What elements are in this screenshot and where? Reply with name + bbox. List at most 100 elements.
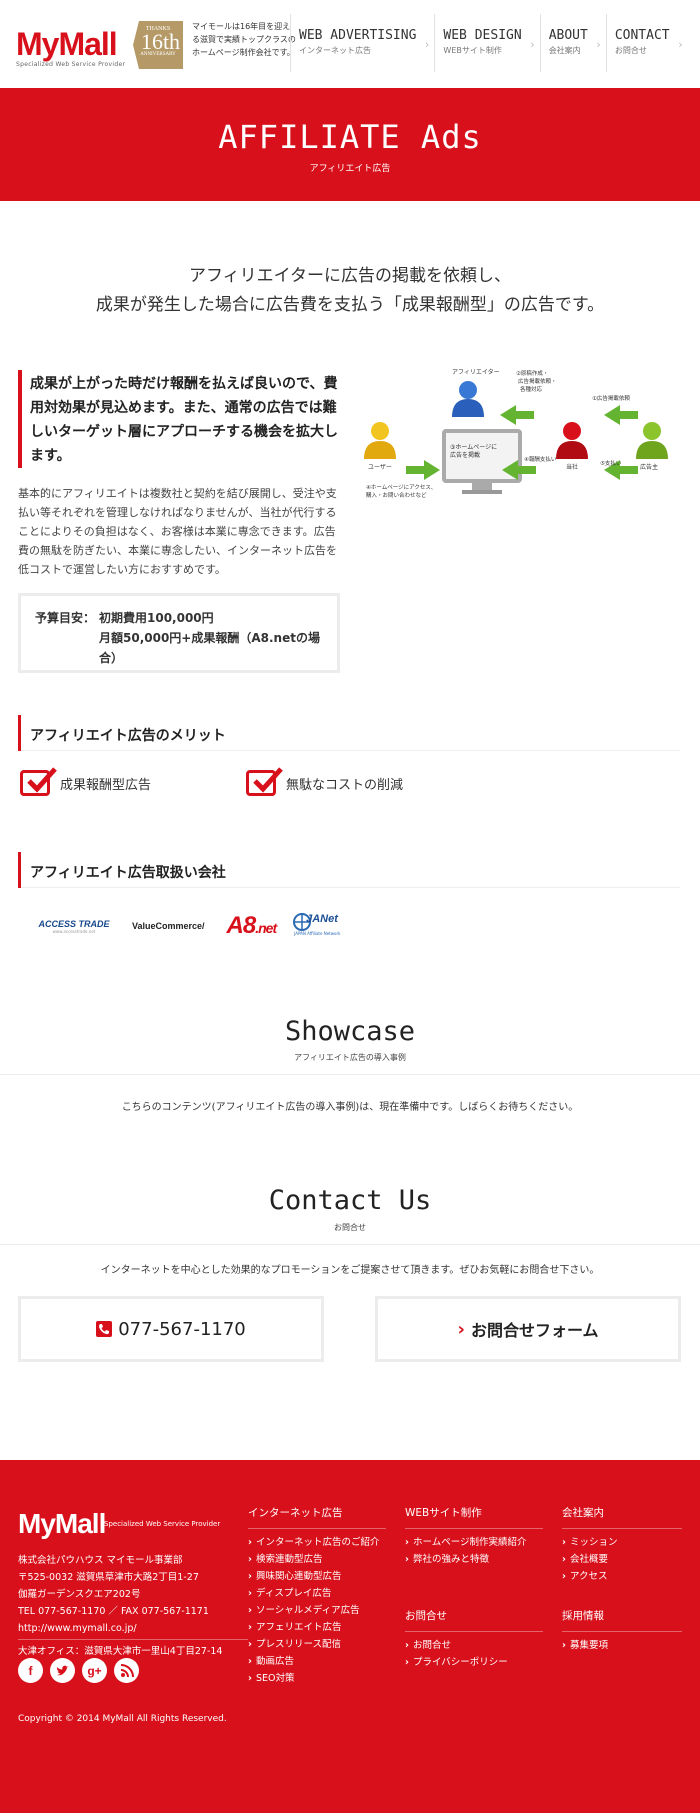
site-logo[interactable]: MyMall Specialized Web Service Provider <box>16 28 125 68</box>
footer-link[interactable]: 会社概要 <box>562 1551 682 1568</box>
nav-label-en: ABOUT <box>548 28 588 43</box>
contact-form-label: お問合せフォーム <box>470 1321 599 1340</box>
anniversary-badge: THANKS 16th ANNIVERSARY <box>133 21 183 69</box>
nav-item-web-advertising[interactable]: WEB ADVERTISING インターネット広告 › <box>290 14 434 72</box>
budget-box: 予算目安： 初期費用100,000円 月額50,000円+成果報酬（A8.net… <box>18 593 340 673</box>
footer-link[interactable]: 動画広告 <box>248 1653 386 1670</box>
merit-item: 成果報酬型広告 <box>20 767 152 796</box>
diagram-step3b: 広告を掲載 <box>450 451 480 459</box>
merit-label: 無駄なコストの削減 <box>286 777 404 793</box>
budget-monthly: 月額50,000円+成果報酬（A8.netの場合） <box>99 631 320 665</box>
access-trade-name: ACCESS TRADE <box>38 918 110 929</box>
rss-icon[interactable] <box>114 1658 139 1683</box>
google-plus-icon[interactable]: g+ <box>82 1658 107 1683</box>
diagram-advertiser-label: 広告主 <box>640 463 658 471</box>
footer-link[interactable]: ディスプレイ広告 <box>248 1585 386 1602</box>
nav-label-en: WEB ADVERTISING <box>299 28 417 43</box>
company-building: 伽羅ガーデンスクエア202号 <box>18 1589 141 1600</box>
nav-label-en: CONTACT <box>614 28 670 43</box>
value-commerce-logo[interactable]: ValueCommerce/ <box>132 921 205 931</box>
merit-label: 成果報酬型広告 <box>60 777 152 793</box>
access-trade-logo[interactable]: ACCESS TRADE www.accesstrade.net <box>36 919 112 934</box>
a8-main: A8 <box>226 912 257 939</box>
footer-link[interactable]: プレスリリース配信 <box>248 1636 386 1653</box>
contact-subtitle: お問合せ <box>334 1223 366 1232</box>
heading-accent-bar <box>18 852 21 888</box>
twitter-icon[interactable] <box>50 1658 75 1683</box>
footer-link[interactable]: ソーシャルメディア広告 <box>248 1602 386 1619</box>
chevron-right-icon: › <box>678 38 683 51</box>
diagram-step2b: 広告掲載依頼・ <box>518 377 557 385</box>
janet-logo[interactable]: JANet JAPAN Affiliate Network <box>292 913 342 939</box>
merit-item: 無駄なコストの削減 <box>246 767 404 796</box>
footer-link[interactable]: 募集要項 <box>562 1637 682 1654</box>
office-address: 大津オフィス：滋賀県大津市一里山4丁目27-14 <box>18 1639 248 1660</box>
footer-col-web: WEBサイト制作 ホームページ制作実績紹介 弊社の強みと特徴 <box>405 1505 543 1568</box>
copyright: Copyright © 2014 MyMall All Rights Reser… <box>18 1714 227 1724</box>
contact-text: インターネットを中心とした効果的なプロモーションをご提案させて頂きます。ぜひお気… <box>100 1265 600 1276</box>
showcase-title: Showcase <box>284 1016 416 1047</box>
highlight-text: 成果が上がった時だけ報酬を払えば良いので、費用対効果が見込めます。また、通常の広… <box>30 376 338 464</box>
footer-link[interactable]: 検索連動型広告 <box>248 1551 386 1568</box>
diagram-step3a: ③ホームページに <box>450 444 497 451</box>
social-links: f g+ <box>18 1658 146 1683</box>
nav-item-about[interactable]: ABOUT 会社案内 › <box>539 14 606 72</box>
badge-anniversary: ANNIVERSARY <box>140 52 176 57</box>
access-trade-url: www.accesstrade.net <box>52 928 96 934</box>
phone-button[interactable]: 077-567-1170 <box>18 1296 324 1362</box>
nav-item-contact[interactable]: CONTACT お問合せ › <box>605 14 688 72</box>
lead-line-2: 成果が発生した場合に広告費を支払う「成果報酬型」の広告です。 <box>95 295 605 315</box>
nav-item-web-design[interactable]: WEB DESIGN WEBサイト制作 › <box>434 14 539 72</box>
footer-link[interactable]: ミッション <box>562 1534 682 1551</box>
divider <box>0 1074 700 1075</box>
diagram-step5: ⑤支払い <box>600 459 622 467</box>
divider <box>0 1244 700 1245</box>
nav-label-jp: 会社案内 <box>548 46 581 55</box>
highlight-accent-bar <box>18 370 22 468</box>
diagram-step2c: 各種対応 <box>520 385 543 393</box>
header-intro-text: マイモールは16年目を迎える滋賀で実績トップクラスのホームページ制作会社です。 <box>192 22 296 57</box>
diagram-company-label: 当社 <box>566 463 578 471</box>
footer-link[interactable]: 興味関心連動型広告 <box>248 1568 386 1585</box>
footer-link[interactable]: ホームページ制作実績紹介 <box>405 1534 543 1551</box>
phone-number: 077-567-1170 <box>118 1318 246 1340</box>
diagram-step6b: 購入・お問い合わせなど <box>366 491 427 499</box>
janet-name: JANet <box>306 913 338 925</box>
company-info: 株式会社パウハウス マイモール事業部 〒525-0032 滋賀県草津市大路2丁目… <box>18 1552 248 1660</box>
nav-label-jp: お問合せ <box>614 46 647 55</box>
user-person-icon <box>364 422 396 459</box>
page-title: AFFILIATE Ads <box>218 118 482 156</box>
footer-col-title: 会社案内 <box>562 1505 682 1529</box>
chevron-right-icon: › <box>530 38 535 51</box>
footer-col-ads: インターネット広告 インターネット広告のご紹介 検索連動型広告 興味関心連動型広… <box>248 1505 386 1687</box>
page-subtitle: アフィリエイト広告 <box>309 164 391 174</box>
footer-link[interactable]: プライバシーポリシー <box>405 1654 543 1671</box>
footer-link[interactable]: SEO対策 <box>248 1670 386 1687</box>
facebook-icon[interactable]: f <box>18 1658 43 1683</box>
contact-form-button[interactable]: › お問合せフォーム <box>375 1296 681 1362</box>
footer-col-contact: お問合せ お問合せ プライバシーポリシー <box>405 1608 543 1671</box>
logo-tagline: Specialized Web Service Provider <box>16 61 126 68</box>
merits-title: アフィリエイト広告のメリット <box>30 728 226 744</box>
footer-col-recruit: 採用情報 募集要項 <box>562 1608 682 1654</box>
partner-logos: ACCESS TRADE www.accesstrade.net ValueCo… <box>36 912 342 940</box>
footer-link[interactable]: インターネット広告のご紹介 <box>248 1534 386 1551</box>
lead-line-1: アフィリエイターに広告の掲載を依頼し、 <box>189 266 511 286</box>
janet-sub: JAPAN Affiliate Network <box>294 931 341 936</box>
heading-accent-bar <box>18 715 21 751</box>
footer-link[interactable]: アクセス <box>562 1568 682 1585</box>
diagram-step6a: ④ホームページにアクセス、 <box>366 484 436 491</box>
company-name: 株式会社パウハウス マイモール事業部 <box>18 1555 183 1566</box>
company-url[interactable]: http://www.mymall.co.jp/ <box>18 1620 248 1637</box>
checkbox-check-icon <box>246 767 283 796</box>
footer-link[interactable]: お問合せ <box>405 1637 543 1654</box>
advertiser-person-icon <box>636 422 668 459</box>
footer-link[interactable]: アフェリエイト広告 <box>248 1619 386 1636</box>
contact-title: Contact Us <box>268 1185 432 1216</box>
partners-title: アフィリエイト広告取扱い会社 <box>30 865 226 881</box>
a8net-logo[interactable]: A8.net <box>226 912 278 940</box>
nav-label-en: WEB DESIGN <box>443 28 522 43</box>
footer-logo[interactable]: MyMall <box>18 1508 106 1540</box>
nav-label-jp: インターネット広告 <box>299 46 371 55</box>
footer-link[interactable]: 弊社の強みと特徴 <box>405 1551 543 1568</box>
